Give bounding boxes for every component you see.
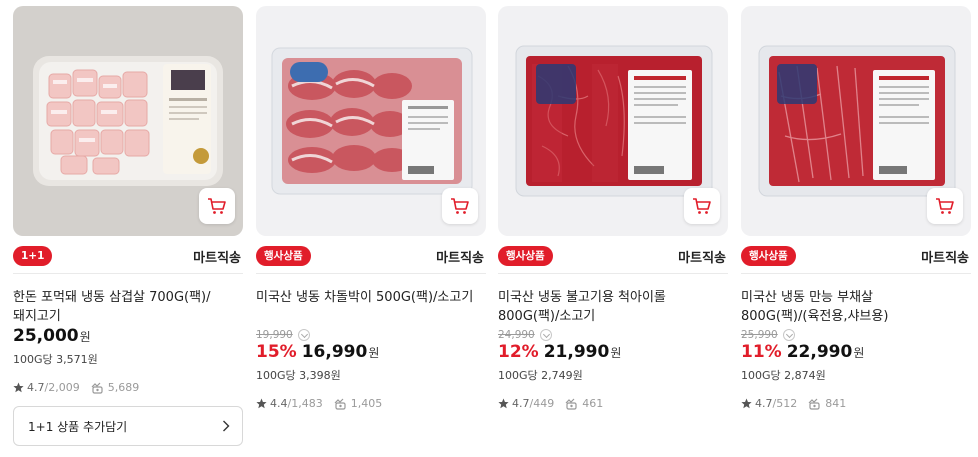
- chevron-right-icon: [223, 420, 230, 432]
- product-title[interactable]: 한돈 포먹돼 냉동 삼겹살 700G(팩)/돼지고기: [13, 288, 243, 326]
- review-icon: [334, 398, 346, 410]
- review-count: 5,689: [107, 381, 140, 394]
- currency-unit: 원: [853, 346, 865, 360]
- unit-price: 100G당 2,749원: [498, 369, 583, 382]
- add-to-cart-button[interactable]: [199, 188, 235, 224]
- delivery-label: 마트직송: [678, 251, 726, 266]
- product-title[interactable]: 미국산 냉동 불고기용 척아이롤 800G(팩)/소고기: [498, 288, 728, 326]
- star-icon: [13, 382, 24, 393]
- product-image[interactable]: [498, 6, 728, 236]
- original-price-row: 19,990: [256, 328, 486, 342]
- original-price: 25,990: [741, 329, 778, 341]
- rating-count: /2,009: [44, 381, 80, 394]
- discount-rate: 15%: [256, 342, 297, 362]
- rating-value: 4.4: [270, 397, 288, 410]
- original-price: 24,990: [498, 329, 535, 341]
- product-image[interactable]: [13, 6, 243, 236]
- product-grid: 1+1 마트직송 한돈 포먹돼 냉동 삼겹살 700G(팩)/돼지고기 25,0…: [0, 0, 978, 457]
- star-icon: [741, 398, 752, 409]
- rating-count: /449: [529, 397, 555, 410]
- product-image[interactable]: [256, 6, 486, 236]
- sale-price: 16,990: [301, 342, 368, 362]
- price-row: 11% 22,990 원: [741, 342, 971, 366]
- original-price: 19,990: [256, 329, 293, 341]
- add-one-plus-one-button[interactable]: 1+1 상품 추가담기: [13, 406, 243, 446]
- sale-price: 21,990: [543, 342, 610, 362]
- currency-unit: 원: [79, 330, 91, 344]
- currency-unit: 원: [610, 346, 622, 360]
- add-button-label: 1+1 상품 추가담기: [28, 419, 128, 434]
- star-icon: [256, 398, 267, 409]
- rating-row: 4.4/1,483 1,405: [256, 397, 486, 410]
- review-count: 841: [825, 397, 847, 410]
- star-icon: [498, 398, 509, 409]
- cart-icon: [208, 198, 226, 214]
- rating-row: 4.7/449 461: [498, 397, 728, 410]
- original-price-row: 24,990: [498, 328, 728, 342]
- review-count: 461: [582, 397, 604, 410]
- rating-value: 4.7: [512, 397, 530, 410]
- product-card[interactable]: 행사상품 마트직송 미국산 냉동 불고기용 척아이롤 800G(팩)/소고기 2…: [498, 6, 728, 410]
- review-icon: [808, 398, 820, 410]
- price-row: 25,000 원: [13, 326, 243, 350]
- cart-icon: [936, 198, 954, 214]
- unit-price: 100G당 3,398원: [256, 369, 341, 382]
- unit-price: 100G당 2,874원: [741, 369, 826, 382]
- product-card[interactable]: 행사상품 마트직송 미국산 냉동 만능 부채살 800G(팩)/(육전용,샤브용…: [741, 6, 971, 410]
- product-image[interactable]: [741, 6, 971, 236]
- currency-unit: 원: [368, 346, 380, 360]
- unit-price: 100G당 3,571원: [13, 353, 98, 366]
- add-to-cart-button[interactable]: [927, 188, 963, 224]
- price-row: 15% 16,990 원: [256, 342, 486, 366]
- rating-count: /1,483: [287, 397, 323, 410]
- sale-price: 22,990: [786, 342, 853, 362]
- review-icon: [565, 398, 577, 410]
- promo-badge: 행사상품: [741, 246, 796, 266]
- original-price-row: 25,990: [741, 328, 971, 342]
- delivery-label: 마트직송: [921, 251, 969, 266]
- promo-badge: 1+1: [13, 246, 53, 266]
- price-info-icon[interactable]: [297, 329, 310, 341]
- promo-badge: 행사상품: [256, 246, 311, 266]
- delivery-label: 마트직송: [436, 251, 484, 266]
- review-count: 1,405: [350, 397, 383, 410]
- discount-rate: 12%: [498, 342, 539, 362]
- add-to-cart-button[interactable]: [442, 188, 478, 224]
- add-to-cart-button[interactable]: [684, 188, 720, 224]
- product-card[interactable]: 1+1 마트직송 한돈 포먹돼 냉동 삼겹살 700G(팩)/돼지고기 25,0…: [13, 6, 243, 446]
- product-card[interactable]: 행사상품 마트직송 미국산 냉동 차돌박이 500G(팩)/소고기 19,990…: [256, 6, 486, 410]
- price-row: 12% 21,990 원: [498, 342, 728, 366]
- price-info-icon[interactable]: [539, 329, 552, 341]
- sale-price: 25,000: [13, 326, 79, 346]
- promo-badge: 행사상품: [498, 246, 553, 266]
- cart-icon: [451, 198, 469, 214]
- review-icon: [91, 382, 103, 394]
- rating-row: 4.7/2,009 5,689: [13, 381, 243, 394]
- delivery-label: 마트직송: [193, 251, 241, 266]
- product-title[interactable]: 미국산 냉동 차돌박이 500G(팩)/소고기: [256, 288, 486, 326]
- rating-value: 4.7: [755, 397, 773, 410]
- cart-icon: [693, 198, 711, 214]
- price-info-icon[interactable]: [782, 329, 795, 341]
- discount-rate: 11%: [741, 342, 782, 362]
- rating-row: 4.7/512 841: [741, 397, 971, 410]
- product-title[interactable]: 미국산 냉동 만능 부채살 800G(팩)/(육전용,샤브용): [741, 288, 971, 326]
- rating-value: 4.7: [27, 381, 45, 394]
- rating-count: /512: [772, 397, 798, 410]
